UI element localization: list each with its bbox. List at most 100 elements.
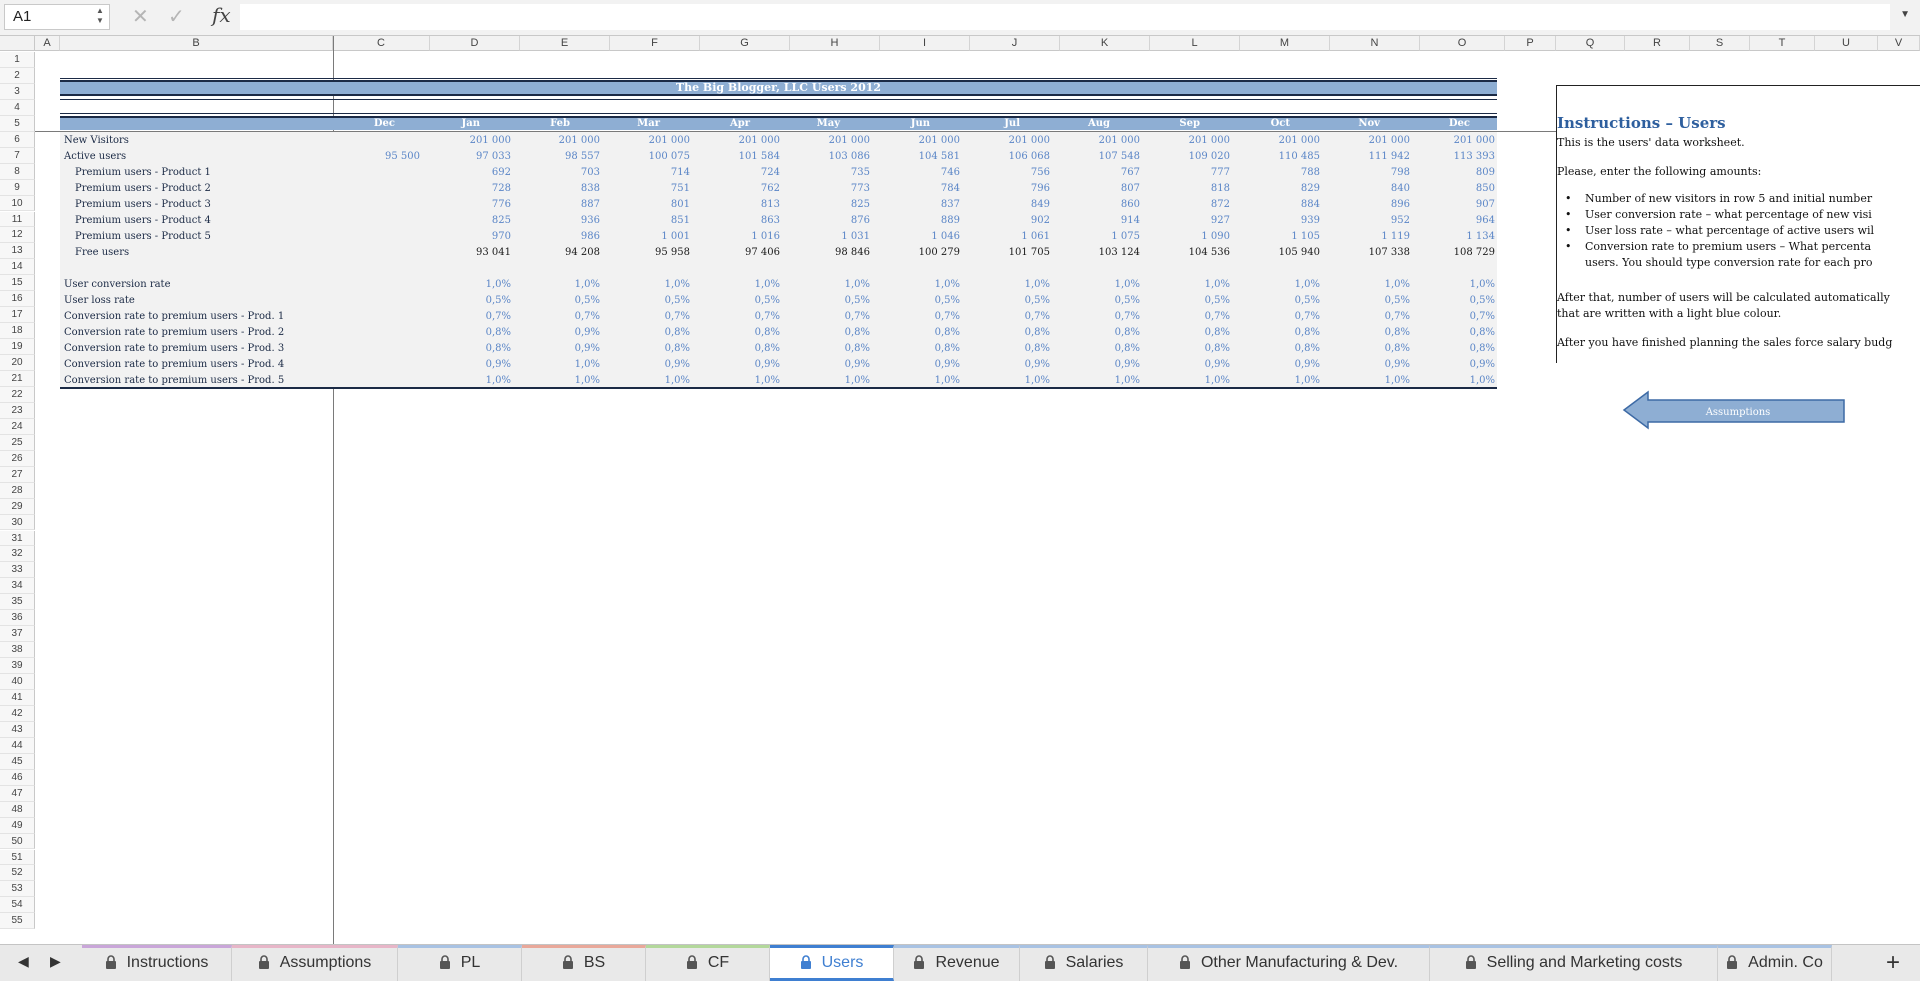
data-cell[interactable]: 0,7%: [520, 309, 600, 324]
data-cell[interactable]: 829: [1240, 181, 1320, 196]
data-cell[interactable]: 796: [970, 181, 1050, 196]
data-cell[interactable]: 1,0%: [1240, 277, 1320, 292]
data-cell[interactable]: 0,8%: [1060, 341, 1140, 356]
data-cell[interactable]: [340, 165, 420, 180]
data-cell[interactable]: 902: [970, 213, 1050, 228]
data-cell[interactable]: 101 705: [970, 245, 1050, 260]
column-header-g[interactable]: G: [700, 36, 790, 51]
data-cell[interactable]: 110 485: [1240, 149, 1320, 164]
data-cell[interactable]: 1,0%: [1330, 373, 1410, 388]
data-cell[interactable]: 100 279: [880, 245, 960, 260]
data-cell[interactable]: 1,0%: [1330, 277, 1410, 292]
row-header[interactable]: 10: [0, 195, 35, 212]
row-header[interactable]: 20: [0, 355, 35, 371]
column-header-v[interactable]: V: [1878, 36, 1920, 51]
data-cell[interactable]: 1,0%: [1150, 277, 1230, 292]
data-cell[interactable]: 107 338: [1330, 245, 1410, 260]
data-cell[interactable]: 201 000: [1240, 133, 1320, 148]
data-cell[interactable]: 0,9%: [700, 357, 780, 372]
data-cell[interactable]: 970: [431, 229, 511, 244]
data-cell[interactable]: 0,7%: [700, 309, 780, 324]
data-cell[interactable]: 1,0%: [880, 277, 960, 292]
data-cell[interactable]: 818: [1150, 181, 1230, 196]
data-cell[interactable]: 105 940: [1240, 245, 1320, 260]
data-cell[interactable]: 0,8%: [610, 325, 690, 340]
data-cell[interactable]: 1,0%: [970, 373, 1050, 388]
data-cell[interactable]: 896: [1330, 197, 1410, 212]
column-header-e[interactable]: E: [520, 36, 610, 51]
row-label[interactable]: Conversion rate to premium users - Prod.…: [64, 357, 284, 372]
row-header[interactable]: 47: [0, 785, 35, 802]
row-header[interactable]: 2: [0, 67, 35, 84]
data-cell[interactable]: 109 020: [1150, 149, 1230, 164]
data-cell[interactable]: 1,0%: [700, 277, 780, 292]
column-header-f[interactable]: F: [610, 36, 700, 51]
function-icon[interactable]: fx: [212, 3, 231, 27]
column-header-j[interactable]: J: [970, 36, 1060, 51]
data-cell[interactable]: [340, 133, 420, 148]
column-header-o[interactable]: O: [1420, 36, 1505, 51]
data-cell[interactable]: 0,8%: [700, 325, 780, 340]
data-cell[interactable]: 201 000: [1150, 133, 1230, 148]
row-header[interactable]: 7: [0, 147, 35, 164]
row-header[interactable]: 43: [0, 721, 35, 738]
sheet-tab-revenue[interactable]: Revenue: [894, 945, 1020, 981]
data-cell[interactable]: 936: [520, 213, 600, 228]
data-cell[interactable]: 98 557: [520, 149, 600, 164]
data-cell[interactable]: 0,7%: [790, 309, 870, 324]
data-cell[interactable]: 95 958: [610, 245, 690, 260]
sheet-tab-instructions[interactable]: Instructions: [82, 945, 232, 981]
data-cell[interactable]: [340, 197, 420, 212]
row-header[interactable]: 38: [0, 642, 35, 659]
column-header-i[interactable]: I: [880, 36, 970, 51]
row-header[interactable]: 52: [0, 865, 35, 882]
data-cell[interactable]: 850: [1415, 181, 1495, 196]
data-cell[interactable]: 777: [1150, 165, 1230, 180]
plus-icon[interactable]: +: [1886, 949, 1900, 977]
data-cell[interactable]: 872: [1150, 197, 1230, 212]
data-cell[interactable]: 201 000: [431, 133, 511, 148]
data-cell[interactable]: 849: [970, 197, 1050, 212]
data-cell[interactable]: 692: [431, 165, 511, 180]
row-header[interactable]: 40: [0, 674, 35, 690]
data-cell[interactable]: 767: [1060, 165, 1140, 180]
data-cell[interactable]: [880, 261, 960, 276]
data-cell[interactable]: 201 000: [520, 133, 600, 148]
data-cell[interactable]: 840: [1330, 181, 1410, 196]
data-cell[interactable]: 0,9%: [1150, 357, 1230, 372]
data-cell[interactable]: 0,5%: [610, 293, 690, 308]
data-cell[interactable]: 0,9%: [431, 357, 511, 372]
data-cell[interactable]: [340, 293, 420, 308]
select-all-corner[interactable]: [0, 36, 35, 51]
confirm-icon[interactable]: ✓: [168, 5, 185, 29]
data-cell[interactable]: [340, 309, 420, 324]
row-header[interactable]: 22: [0, 386, 35, 403]
data-cell[interactable]: 0,5%: [790, 293, 870, 308]
data-cell[interactable]: [610, 261, 690, 276]
data-cell[interactable]: 884: [1240, 197, 1320, 212]
row-label[interactable]: Free users: [75, 245, 129, 260]
row-header[interactable]: 27: [0, 466, 35, 483]
data-cell[interactable]: 1 016: [700, 229, 780, 244]
data-cell[interactable]: [340, 261, 420, 276]
data-cell[interactable]: 0,7%: [1150, 309, 1230, 324]
data-cell[interactable]: 1,0%: [1060, 277, 1140, 292]
data-cell[interactable]: 784: [880, 181, 960, 196]
data-cell[interactable]: 1,0%: [520, 357, 600, 372]
sheet-tab-admin-co[interactable]: Admin. Co: [1718, 945, 1832, 981]
data-cell[interactable]: 724: [700, 165, 780, 180]
row-header[interactable]: 16: [0, 291, 35, 308]
row-header[interactable]: 9: [0, 179, 35, 196]
data-cell[interactable]: [340, 181, 420, 196]
data-cell[interactable]: 0,8%: [700, 341, 780, 356]
data-cell[interactable]: 0,9%: [1415, 357, 1495, 372]
data-cell[interactable]: 1 090: [1150, 229, 1230, 244]
column-header-b[interactable]: B: [60, 36, 333, 51]
data-cell[interactable]: 907: [1415, 197, 1495, 212]
data-cell[interactable]: 788: [1240, 165, 1320, 180]
data-cell[interactable]: [1150, 261, 1230, 276]
row-header[interactable]: 26: [0, 450, 35, 467]
data-cell[interactable]: 0,8%: [1330, 325, 1410, 340]
data-cell[interactable]: 914: [1060, 213, 1140, 228]
row-header[interactable]: 23: [0, 402, 35, 419]
